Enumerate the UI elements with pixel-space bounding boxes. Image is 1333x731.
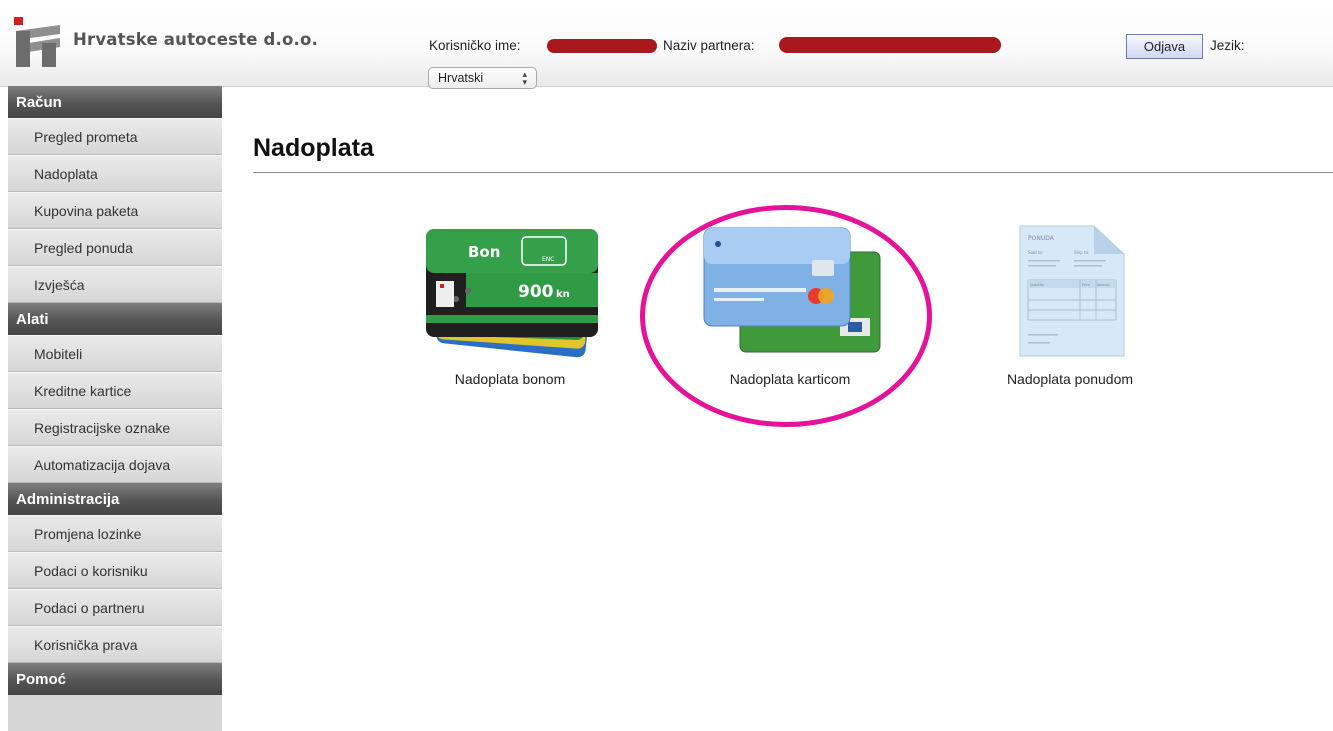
language-select[interactable]: Hrvatski ▴ ▾	[428, 67, 537, 89]
option-label: Nadoplata ponudom	[1006, 371, 1134, 387]
voucher-card-amount: 900	[518, 282, 554, 302]
sidebar-item-mobiteli[interactable]: Mobiteli	[8, 335, 222, 372]
title-divider	[253, 172, 1333, 173]
sidebar-item-automatizacija-dojava[interactable]: Automatizacija dojava	[8, 446, 222, 483]
sidebar-section-administracija[interactable]: Administracija	[8, 483, 222, 515]
username-label: Korisničko ime:	[429, 38, 521, 53]
sidebar-item-podaci-o-partneru[interactable]: Podaci o partneru	[8, 589, 222, 626]
sidebar-item-pregled-prometa[interactable]: Pregled prometa	[8, 118, 222, 155]
username-value-redacted	[547, 39, 657, 53]
sidebar-item-podaci-o-korisniku[interactable]: Podaci o korisniku	[8, 552, 222, 589]
invoice-col-amount: Amount	[1097, 283, 1110, 287]
sidebar-section-alati[interactable]: Alati	[8, 303, 222, 335]
voucher-card-brand: Bon	[468, 243, 500, 261]
voucher-card-currency: kn	[556, 289, 570, 300]
invoice-col-quantity: Quantity	[1030, 283, 1044, 287]
sidebar-item-pregled-ponuda[interactable]: Pregled ponuda	[8, 229, 222, 266]
sidebar-item-izvjesca[interactable]: Izvješća	[8, 266, 222, 303]
sidebar-item-korisnicka-prava[interactable]: Korisnička prava	[8, 626, 222, 663]
option-nadoplata-ponudom[interactable]: PONUDA Sold to: Ship to: Quantity Price …	[990, 224, 1150, 394]
partner-label: Naziv partnera:	[663, 38, 755, 53]
highlight-annotation	[640, 205, 932, 427]
voucher-card-tag: ENC	[542, 256, 554, 263]
sidebar-item-promjena-lozinke[interactable]: Promjena lozinke	[8, 515, 222, 552]
invoice-title: PONUDA	[1028, 235, 1055, 242]
sidebar-item-kreditne-kartice[interactable]: Kreditne kartice	[8, 372, 222, 409]
sidebar-item-registracijske-oznake[interactable]: Registracijske oznake	[8, 409, 222, 446]
option-nadoplata-bonom[interactable]: Bon ENC 900 kn Nadoplata bonom	[410, 213, 610, 393]
select-arrows-icon: ▴ ▾	[522, 69, 527, 87]
invoice-col-price: Price	[1082, 283, 1090, 287]
company-logo	[14, 17, 62, 67]
option-label: Nadoplata bonom	[454, 371, 566, 387]
sidebar: Račun Pregled prometa Nadoplata Kupovina…	[8, 86, 222, 731]
sidebar-item-kupovina-paketa[interactable]: Kupovina paketa	[8, 192, 222, 229]
language-select-value: Hrvatski	[438, 71, 484, 85]
top-header: Hrvatske autoceste d.o.o. Korisničko ime…	[0, 0, 1333, 89]
invoice-sold-to: Sold to:	[1028, 250, 1043, 255]
partner-value-redacted	[779, 37, 1001, 53]
invoice-document-icon: PONUDA Sold to: Ship to: Quantity Price …	[1019, 225, 1125, 357]
page-title: Nadoplata	[253, 134, 374, 162]
logout-button[interactable]: Odjava	[1126, 34, 1203, 59]
logo-icon	[14, 17, 60, 67]
voucher-card-icon: Bon ENC 900 kn	[426, 229, 598, 358]
sidebar-item-nadoplata[interactable]: Nadoplata	[8, 155, 222, 192]
sidebar-section-pomoc[interactable]: Pomoć	[8, 663, 222, 695]
language-label: Jezik:	[1210, 38, 1245, 53]
company-name: Hrvatske autoceste d.o.o.	[73, 30, 319, 49]
invoice-ship-to: Ship to:	[1074, 250, 1089, 255]
sidebar-section-racun[interactable]: Račun	[8, 86, 222, 118]
